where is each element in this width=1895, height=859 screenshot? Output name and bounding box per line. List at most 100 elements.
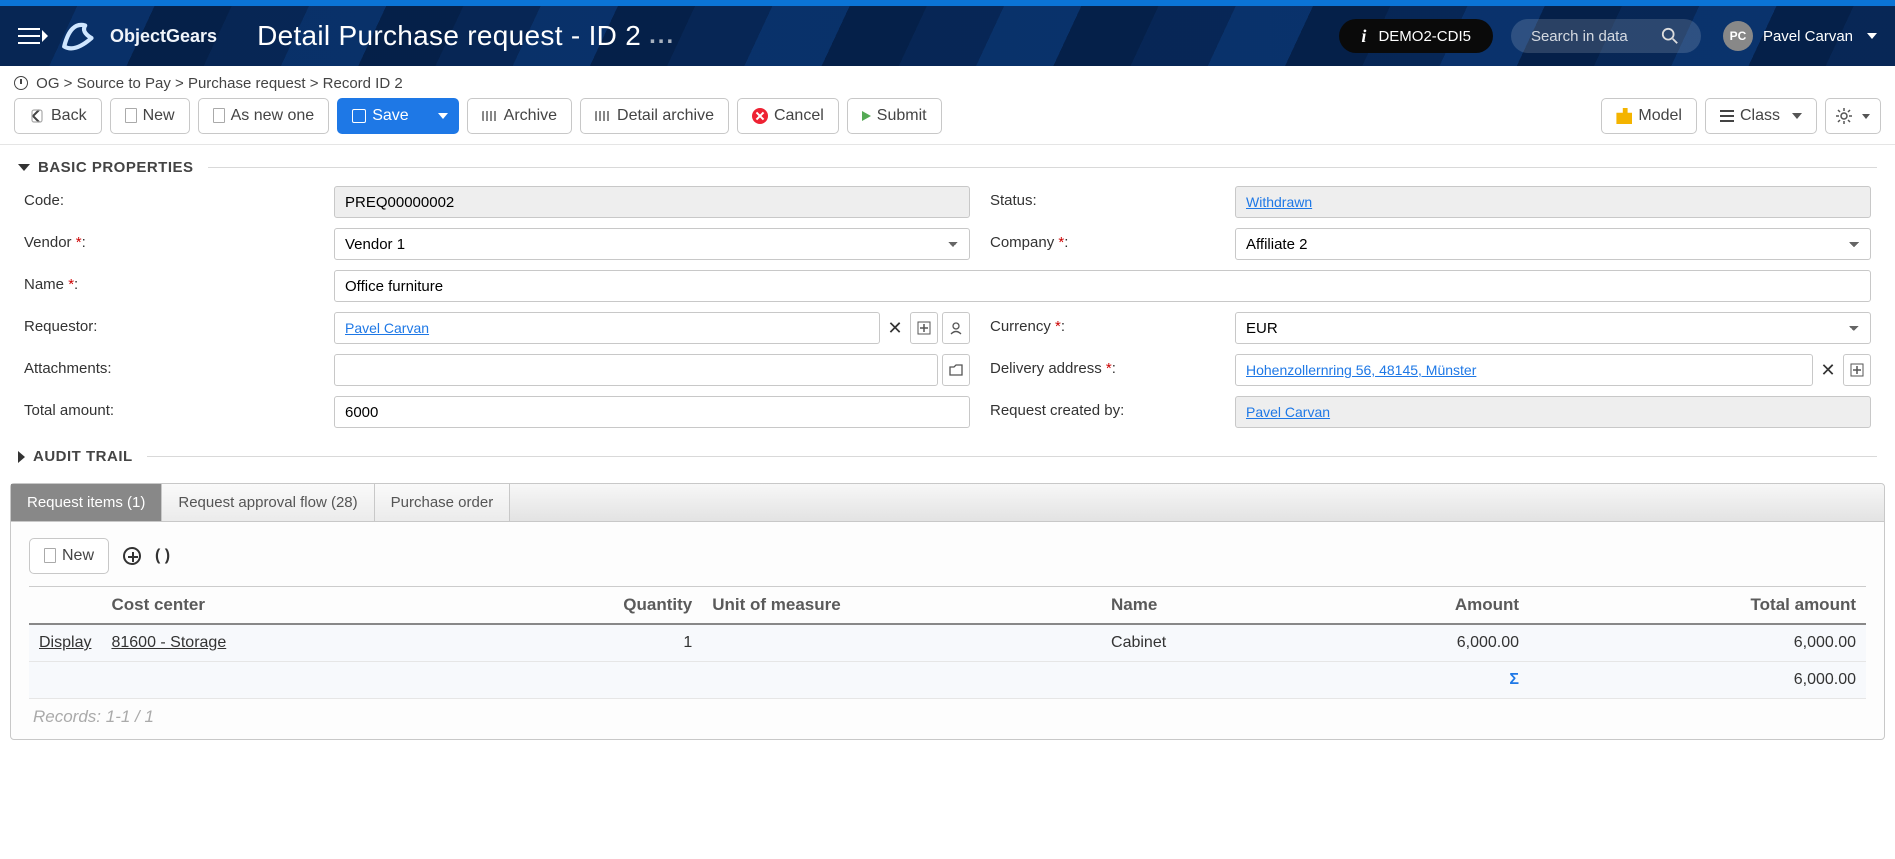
col-uom[interactable]: Unit of measure bbox=[702, 587, 1101, 625]
label-code: Code: bbox=[24, 186, 314, 218]
save-dropdown[interactable] bbox=[423, 98, 459, 134]
vendor-select[interactable]: Vendor 1 bbox=[334, 228, 970, 260]
global-search[interactable] bbox=[1511, 19, 1701, 53]
status-field: Withdrawn bbox=[1235, 186, 1871, 218]
detail-archive-button[interactable]: Detail archive bbox=[580, 98, 729, 134]
requestor-link[interactable]: Pavel Carvan bbox=[345, 320, 429, 336]
tab-body: New ( ) Cost center Quantity Unit of mea… bbox=[11, 522, 1884, 739]
table-sum-row: Σ 6,000.00 bbox=[29, 662, 1866, 699]
clear-requestor[interactable]: ✕ bbox=[884, 312, 906, 344]
app-header: ObjectGears Detail Purchase request - ID… bbox=[0, 0, 1895, 66]
submit-icon bbox=[862, 111, 871, 121]
gear-icon bbox=[1836, 108, 1852, 124]
bc-model[interactable]: Source to Pay bbox=[77, 75, 171, 92]
col-amount[interactable]: Amount bbox=[1303, 587, 1529, 625]
delivery-link[interactable]: Hohenzollernring 56, 48145, Münster bbox=[1246, 362, 1476, 378]
cell-amount: 6,000.00 bbox=[1303, 624, 1529, 662]
settings-button[interactable] bbox=[1825, 98, 1881, 134]
list-icon bbox=[1720, 110, 1734, 122]
table-row[interactable]: Display 81600 - Storage 1 Cabinet 6,000.… bbox=[29, 624, 1866, 662]
delivery-field[interactable]: Hohenzollernring 56, 48145, Münster bbox=[1235, 354, 1813, 386]
new-item-button[interactable]: New bbox=[29, 538, 109, 574]
add-delivery[interactable] bbox=[1843, 354, 1871, 386]
company-select[interactable]: Affiliate 2 bbox=[1235, 228, 1871, 260]
col-quantity[interactable]: Quantity bbox=[463, 587, 702, 625]
created-by-link[interactable]: Pavel Carvan bbox=[1246, 404, 1330, 420]
chevron-down-icon bbox=[1867, 33, 1877, 39]
total-field[interactable] bbox=[334, 396, 970, 428]
back-button[interactable]: Back bbox=[14, 98, 102, 134]
page-title-wrap: Detail Purchase request - ID 2 ... bbox=[257, 20, 675, 52]
filter-parens: ( ) bbox=[155, 547, 170, 565]
avatar: PC bbox=[1723, 21, 1753, 51]
tab-purchase-order[interactable]: Purchase order bbox=[375, 484, 511, 521]
back-icon bbox=[29, 108, 45, 124]
page-icon bbox=[125, 108, 137, 123]
sigma-icon: Σ bbox=[1509, 671, 1519, 688]
clear-delivery[interactable]: ✕ bbox=[1817, 354, 1839, 386]
add-requestor[interactable] bbox=[910, 312, 938, 344]
col-cost-center[interactable]: Cost center bbox=[101, 587, 463, 625]
currency-select[interactable]: EUR bbox=[1235, 312, 1871, 344]
logo-icon bbox=[60, 15, 102, 57]
breadcrumb: OG > Source to Pay > Purchase request > … bbox=[0, 66, 1895, 98]
col-total[interactable]: Total amount bbox=[1529, 587, 1866, 625]
section-audit-header[interactable]: AUDIT TRAIL bbox=[18, 448, 1877, 465]
bc-record[interactable]: Record ID 2 bbox=[323, 75, 403, 92]
as-new-button[interactable]: As new one bbox=[198, 98, 330, 134]
detail-tabs: Request items (1) Request approval flow … bbox=[10, 483, 1885, 740]
new-button[interactable]: New bbox=[110, 98, 190, 134]
requestor-field[interactable]: Pavel Carvan bbox=[334, 312, 880, 344]
archive-button[interactable]: Archive bbox=[467, 98, 572, 134]
chevron-down-icon bbox=[18, 164, 30, 171]
tab-request-items[interactable]: Request items (1) bbox=[11, 484, 162, 521]
display-link[interactable]: Display bbox=[39, 634, 91, 651]
search-input[interactable] bbox=[1531, 28, 1661, 45]
chevron-right-icon bbox=[42, 30, 48, 42]
user-name: Pavel Carvan bbox=[1763, 28, 1853, 45]
add-icon[interactable] bbox=[123, 547, 141, 565]
label-currency: Currency *: bbox=[990, 312, 1215, 344]
label-delivery: Delivery address *: bbox=[990, 354, 1215, 386]
section-basic: BASIC PROPERTIES Code: Status: Withdrawn… bbox=[0, 145, 1895, 434]
bc-class[interactable]: Purchase request bbox=[188, 75, 306, 92]
class-button[interactable]: Class bbox=[1705, 98, 1817, 134]
label-vendor: Vendor *: bbox=[24, 228, 314, 260]
pick-user[interactable] bbox=[942, 312, 970, 344]
items-table: Cost center Quantity Unit of measure Nam… bbox=[29, 586, 1866, 699]
environment-badge[interactable]: i DEMO2-CDI5 bbox=[1339, 19, 1493, 53]
chevron-down-icon bbox=[438, 113, 448, 119]
archive-icon bbox=[595, 111, 611, 121]
label-requestor: Requestor: bbox=[24, 312, 314, 344]
label-total: Total amount: bbox=[24, 396, 314, 428]
cancel-button[interactable]: Cancel bbox=[737, 98, 839, 134]
col-name[interactable]: Name bbox=[1101, 587, 1303, 625]
tab-approval-flow[interactable]: Request approval flow (28) bbox=[162, 484, 374, 521]
name-field[interactable] bbox=[334, 270, 1871, 302]
action-toolbar: Back New As new one Save Archive Detail … bbox=[0, 98, 1895, 145]
items-toolbar: New ( ) bbox=[29, 538, 1866, 574]
puzzle-icon bbox=[1616, 108, 1632, 124]
page-title: Detail Purchase request - ID 2 bbox=[257, 20, 641, 52]
save-icon bbox=[352, 109, 366, 123]
cell-name: Cabinet bbox=[1101, 624, 1303, 662]
user-menu[interactable]: PC Pavel Carvan bbox=[1723, 21, 1877, 51]
created-by-field: Pavel Carvan bbox=[1235, 396, 1871, 428]
save-split-button: Save bbox=[337, 98, 458, 134]
brand-logo[interactable]: ObjectGears bbox=[60, 15, 217, 57]
section-basic-header[interactable]: BASIC PROPERTIES bbox=[18, 159, 1877, 176]
bc-root[interactable]: OG bbox=[36, 75, 59, 92]
submit-button[interactable]: Submit bbox=[847, 98, 942, 134]
sum-total: 6,000.00 bbox=[1529, 662, 1866, 699]
attachments-field[interactable] bbox=[334, 354, 938, 386]
browse-attachment[interactable] bbox=[942, 354, 970, 386]
label-status: Status: bbox=[990, 186, 1215, 218]
more-dots-icon[interactable]: ... bbox=[649, 22, 675, 50]
cell-uom bbox=[702, 624, 1101, 662]
page-icon bbox=[44, 548, 56, 563]
status-link[interactable]: Withdrawn bbox=[1246, 194, 1312, 210]
model-button[interactable]: Model bbox=[1601, 98, 1697, 134]
menu-toggle[interactable] bbox=[18, 28, 48, 44]
save-button[interactable]: Save bbox=[337, 98, 422, 134]
cost-center-link[interactable]: 81600 - Storage bbox=[111, 634, 226, 651]
